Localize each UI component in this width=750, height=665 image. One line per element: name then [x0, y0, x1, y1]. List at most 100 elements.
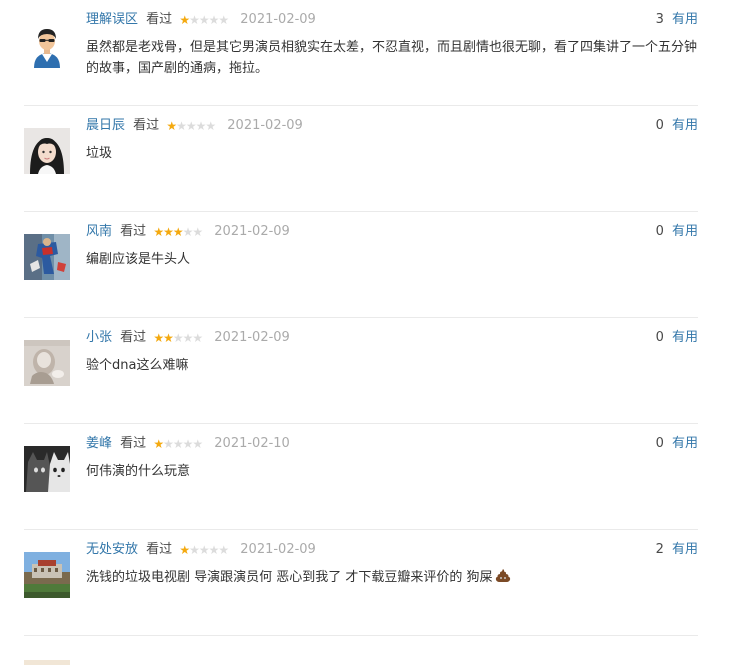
star-filled-icon: ★ [153, 225, 164, 239]
user-name-link[interactable]: 理解误区 [86, 12, 138, 27]
comment-text: 虽然都是老戏骨，但是其它男演员相貌实在太差，不忍直视，而且剧情也很无聊，看了四集… [86, 37, 700, 79]
avatar[interactable] [24, 552, 70, 598]
star-rating: ★★★★★ [153, 435, 203, 453]
vote-area: 0 有用 [656, 329, 698, 347]
comment-text: 垃圾 [86, 143, 700, 164]
vote-count: 0 [655, 118, 664, 133]
star-empty-icon: ★ [192, 331, 203, 345]
user-name-link[interactable]: 小张 [86, 330, 112, 345]
useful-button[interactable]: 有用 [672, 118, 698, 133]
watch-status: 看过 [120, 436, 147, 451]
star-empty-icon: ★ [192, 225, 203, 239]
star-empty-icon: ★ [163, 437, 174, 451]
comment-body: 洗钱的垃圾电视剧 导演跟演员何 恶心到我了 才下载豆瓣来评价的 狗屎 [86, 570, 493, 585]
user-name-link[interactable]: 晨日辰 [86, 118, 125, 133]
star-empty-icon: ★ [198, 13, 210, 27]
avatar[interactable] [24, 128, 70, 174]
star-empty-icon: ★ [182, 331, 194, 345]
review-item: 晨日辰 看过 ★★★★★ 2021-02-09 0 有用 垃圾 [0, 106, 750, 212]
comment-text: 洗钱的垃圾电视剧 导演跟演员何 恶心到我了 才下载豆瓣来评价的 狗屎 [86, 567, 700, 590]
review-date: 2021-02-09 [240, 542, 316, 557]
useful-button[interactable]: 有用 [672, 542, 698, 557]
avatar[interactable] [24, 446, 70, 492]
next-avatar-peek [24, 660, 70, 665]
star-empty-icon: ★ [218, 543, 229, 557]
star-empty-icon: ★ [205, 119, 216, 133]
review-date: 2021-02-09 [214, 330, 290, 345]
star-filled-icon: ★ [163, 225, 174, 239]
avatar[interactable] [24, 234, 70, 280]
star-empty-icon: ★ [195, 119, 207, 133]
star-empty-icon: ★ [218, 13, 229, 27]
review-meta: 晨日辰 看过 ★★★★★ 2021-02-09 [86, 117, 303, 135]
watch-status: 看过 [133, 118, 160, 133]
vote-area: 0 有用 [656, 117, 698, 135]
comment-body: 何伟演的什么玩意 [86, 464, 191, 479]
star-empty-icon: ★ [192, 437, 203, 451]
star-empty-icon: ★ [189, 13, 200, 27]
star-filled-icon: ★ [163, 331, 174, 345]
star-empty-icon: ★ [208, 13, 220, 27]
user-name-link[interactable]: 姜峰 [86, 436, 112, 451]
comment-body: 虽然都是老戏骨，但是其它男演员相貌实在太差，不忍直视，而且剧情也很无聊，看了四集… [86, 40, 698, 76]
avatar[interactable] [24, 340, 70, 386]
vote-count: 3 [655, 12, 664, 27]
vote-count: 2 [655, 542, 664, 557]
review-meta: 姜峰 看过 ★★★★★ 2021-02-10 [86, 435, 290, 453]
user-name-link[interactable]: 无处安放 [86, 542, 138, 557]
useful-button[interactable]: 有用 [672, 330, 698, 345]
star-empty-icon: ★ [189, 543, 200, 557]
star-empty-icon: ★ [182, 225, 194, 239]
vote-count: 0 [655, 224, 664, 239]
useful-button[interactable]: 有用 [672, 436, 698, 451]
star-empty-icon: ★ [172, 437, 184, 451]
star-filled-icon: ★ [179, 543, 190, 557]
star-filled-icon: ★ [153, 331, 164, 345]
star-filled-icon: ★ [153, 437, 164, 451]
star-filled-icon: ★ [179, 13, 190, 27]
review-item: 无处安放 看过 ★★★★★ 2021-02-09 2 有用 洗钱的垃圾电视剧 导… [0, 530, 750, 636]
review-date: 2021-02-09 [214, 224, 290, 239]
review-item: 小张 看过 ★★★★★ 2021-02-09 0 有用 验个dna这么难嘛 [0, 318, 750, 424]
avatar[interactable] [24, 22, 70, 68]
review-meta: 无处安放 看过 ★★★★★ 2021-02-09 [86, 541, 316, 559]
star-rating: ★★★★★ [166, 117, 216, 135]
review-date: 2021-02-09 [240, 12, 316, 27]
star-filled-icon: ★ [172, 225, 184, 239]
vote-area: 0 有用 [656, 223, 698, 241]
user-name-link[interactable]: 风南 [86, 224, 112, 239]
comment-text: 编剧应该是牛头人 [86, 249, 700, 270]
useful-button[interactable]: 有用 [672, 224, 698, 239]
poop-emoji-icon [495, 568, 511, 590]
review-item: 理解误区 看过 ★★★★★ 2021-02-09 3 有用 虽然都是老戏骨，但是… [0, 0, 750, 106]
star-empty-icon: ★ [185, 119, 197, 133]
vote-area: 0 有用 [656, 435, 698, 453]
comment-text: 何伟演的什么玩意 [86, 461, 700, 482]
star-empty-icon: ★ [172, 331, 184, 345]
watch-status: 看过 [120, 224, 147, 239]
comment-text: 验个dna这么难嘛 [86, 355, 700, 376]
review-date: 2021-02-10 [214, 436, 290, 451]
watch-status: 看过 [146, 542, 173, 557]
watch-status: 看过 [146, 12, 173, 27]
star-empty-icon: ★ [198, 543, 210, 557]
star-empty-icon: ★ [182, 437, 194, 451]
review-item: 风南 看过 ★★★★★ 2021-02-09 0 有用 编剧应该是牛头人 [0, 212, 750, 318]
review-meta: 风南 看过 ★★★★★ 2021-02-09 [86, 223, 290, 241]
star-rating: ★★★★★ [179, 11, 229, 29]
vote-count: 0 [655, 330, 664, 345]
vote-count: 0 [655, 436, 664, 451]
review-meta: 小张 看过 ★★★★★ 2021-02-09 [86, 329, 290, 347]
useful-button[interactable]: 有用 [672, 12, 698, 27]
comment-body: 验个dna这么难嘛 [86, 358, 189, 373]
comment-body: 编剧应该是牛头人 [86, 252, 191, 267]
star-rating: ★★★★★ [153, 329, 203, 347]
review-date: 2021-02-09 [227, 118, 303, 133]
star-rating: ★★★★★ [153, 223, 203, 241]
comment-body: 垃圾 [86, 146, 113, 161]
watch-status: 看过 [120, 330, 147, 345]
vote-area: 2 有用 [656, 541, 698, 559]
review-meta: 理解误区 看过 ★★★★★ 2021-02-09 [86, 11, 316, 29]
review-item: 姜峰 看过 ★★★★★ 2021-02-10 0 有用 何伟演的什么玩意 [0, 424, 750, 530]
star-empty-icon: ★ [208, 543, 220, 557]
